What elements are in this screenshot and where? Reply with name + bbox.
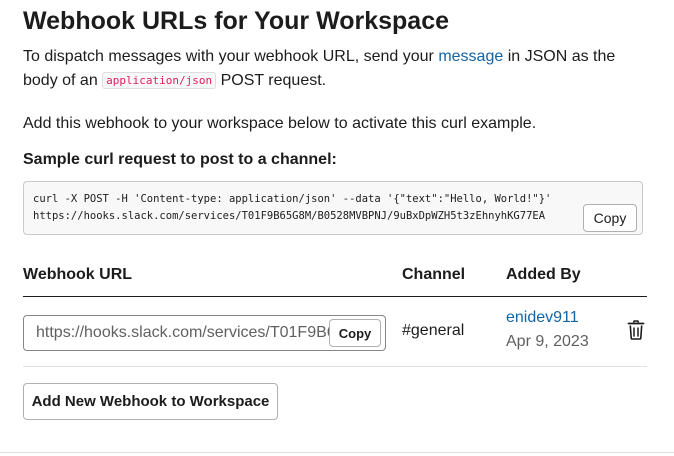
column-header-added-by: Added By	[506, 266, 581, 283]
table-row-divider	[23, 366, 647, 367]
column-header-webhook-url: Webhook URL	[23, 266, 133, 283]
intro-text-end: POST request.	[216, 72, 327, 89]
curl-copy-button[interactable]: Copy	[583, 204, 637, 232]
webhook-url-input[interactable]	[24, 316, 336, 350]
curl-heading: Sample curl request to post to a channel…	[23, 151, 337, 168]
curl-url-line: https://hooks.slack.com/services/T01F9B6…	[33, 210, 546, 222]
webhook-url-copy-button[interactable]: Copy	[329, 319, 381, 347]
webhook-channel: #general	[402, 322, 465, 339]
page-title: Webhook URLs for Your Workspace	[23, 7, 450, 35]
activate-note: Add this webhook to your workspace below…	[23, 115, 537, 132]
trash-icon[interactable]	[627, 320, 645, 340]
webhook-url-field: Copy	[23, 315, 386, 351]
column-header-channel: Channel	[402, 266, 466, 283]
add-new-webhook-button[interactable]: Add New Webhook to Workspace	[23, 383, 278, 420]
intro-text-start: To dispatch messages with your webhook U…	[23, 48, 439, 65]
table-header-divider	[23, 296, 647, 297]
content-type-code: application/json	[102, 72, 217, 89]
added-by-user-link[interactable]: enidev911	[506, 309, 579, 327]
bottom-divider	[0, 452, 674, 453]
intro-paragraph: To dispatch messages with your webhook U…	[23, 45, 647, 94]
curl-example-box: curl -X POST -H 'Content-type: applicati…	[23, 181, 643, 235]
added-date: Apr 9, 2023	[506, 333, 589, 350]
curl-command-line: curl -X POST -H 'Content-type: applicati…	[33, 193, 552, 205]
message-link[interactable]: message	[438, 48, 503, 65]
